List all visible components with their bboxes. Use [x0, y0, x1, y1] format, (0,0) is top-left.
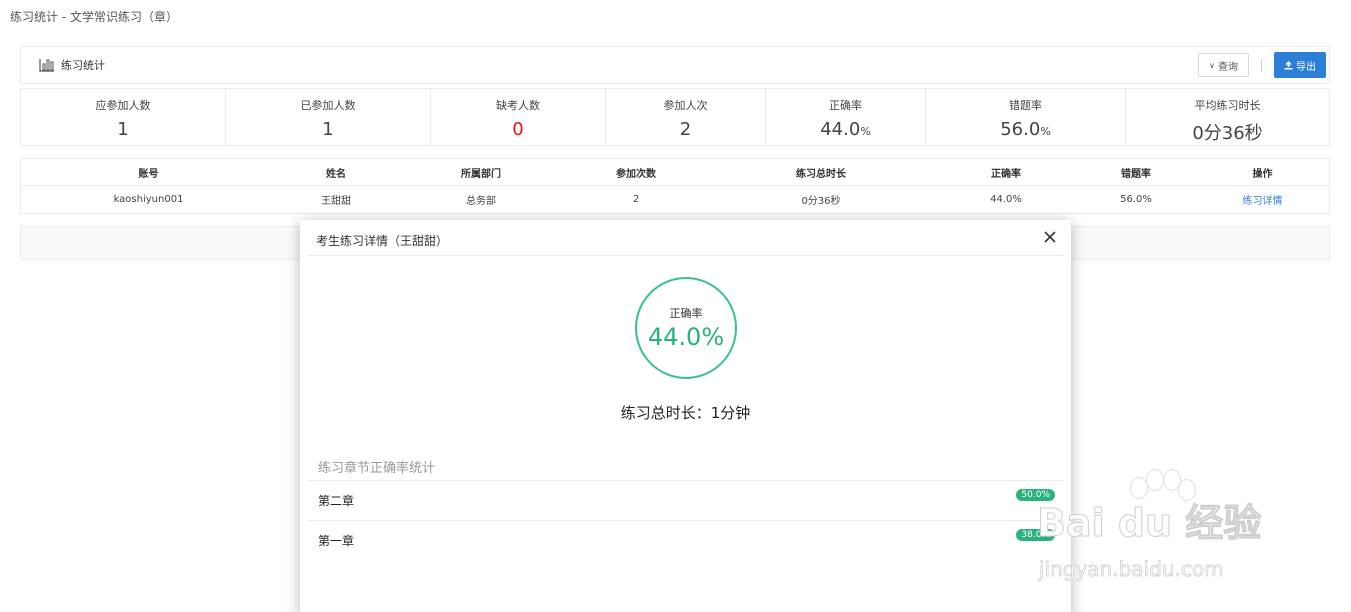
divider: [1261, 59, 1262, 71]
practice-detail-modal: 考生练习详情（王甜甜） 正确率 44.0% 练习总时长：1分钟 练习章节正确率统…: [300, 220, 1071, 612]
stat-error-rate: 错题率 56.0%: [926, 89, 1126, 145]
stats-summary: 应参加人数 1 已参加人数 1 缺考人数 0 参加人次 2 正确率 44.0% …: [20, 88, 1330, 146]
bar-chart-icon: [39, 59, 54, 72]
stat-avg-duration: 平均练习时长 0分36秒: [1192, 99, 1263, 144]
chevron-down-icon: ∨: [1209, 60, 1215, 70]
correct-rate-circle: 正确率 44.0%: [635, 277, 737, 379]
query-button[interactable]: ∨ 查询: [1198, 53, 1249, 77]
chapter-stats-title: 练习章节正确率统计: [318, 461, 436, 476]
correct-rate-value: 44.0%: [647, 323, 725, 351]
close-icon[interactable]: [1043, 230, 1057, 244]
panel-title: 练习统计: [39, 57, 105, 73]
chapter-name: 第二章: [318, 494, 355, 508]
correct-rate-label: 正确率: [669, 307, 703, 320]
breadcrumb: 练习统计 - 文学常识练习（章）: [10, 10, 178, 24]
total-duration: 练习总时长：1分钟: [620, 404, 751, 422]
stats-table: 账号 姓名 所属部门 参加次数 练习总时长 正确率 错题率 操作 kaoshiy…: [20, 158, 1330, 214]
table-row: kaoshiyun001 王甜甜 总务部 2 0分36秒 44.0% 56.0%…: [113, 194, 1283, 207]
table-header: 账号 姓名 所属部门 参加次数 练习总时长 正确率 错题率 操作: [21, 159, 1329, 186]
stat-attended: 已参加人数 1: [226, 89, 431, 145]
upload-icon: [1284, 60, 1293, 69]
practice-detail-link[interactable]: 练习详情: [1243, 196, 1283, 207]
modal-title: 考生练习详情（王甜甜）: [316, 234, 449, 248]
chapter-rate-badge: 50.0%: [1016, 489, 1055, 501]
chapter-list: 第二章 50.0% 第一章 38.0%: [308, 480, 1063, 560]
chapter-name: 第一章: [318, 534, 355, 548]
panel-title-text: 练习统计: [61, 59, 105, 72]
export-button[interactable]: 导出: [1274, 52, 1326, 78]
list-item: 第一章 38.0%: [308, 520, 1063, 560]
query-label: 查询: [1218, 61, 1238, 73]
stat-absent: 缺考人数 0: [431, 89, 606, 145]
panel-header: 练习统计 ∨ 查询 导出: [20, 46, 1330, 84]
chapter-rate-badge: 38.0%: [1016, 529, 1055, 541]
stat-should-attend: 应参加人数 1: [21, 89, 226, 145]
baidu-watermark-logo: Bai du 经验 jingyan.baidu.com: [1037, 469, 1262, 581]
list-item: 第二章 50.0%: [308, 480, 1063, 520]
modal-divider: [308, 255, 1063, 256]
stat-correct-rate: 正确率 44.0%: [766, 89, 926, 145]
export-label: 导出: [1296, 61, 1316, 73]
stat-attempts: 参加人次 2: [606, 89, 766, 145]
